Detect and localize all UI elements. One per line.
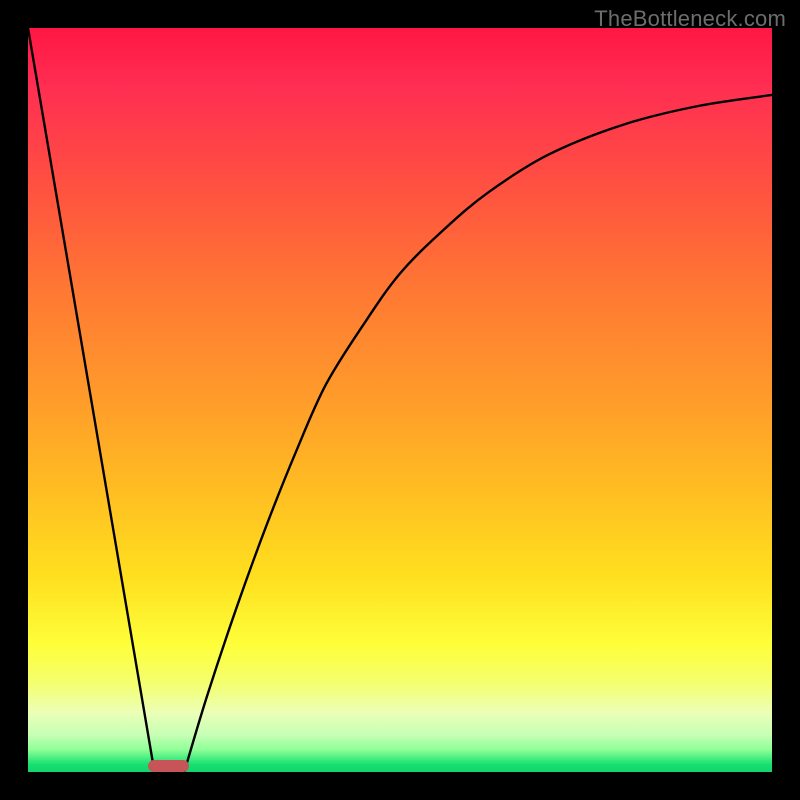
- optimal-marker: [148, 760, 189, 772]
- bottleneck-curve: [28, 28, 772, 772]
- chart-frame: TheBottleneck.com: [0, 0, 800, 800]
- plot-area: [28, 28, 772, 772]
- branding-watermark: TheBottleneck.com: [594, 6, 786, 32]
